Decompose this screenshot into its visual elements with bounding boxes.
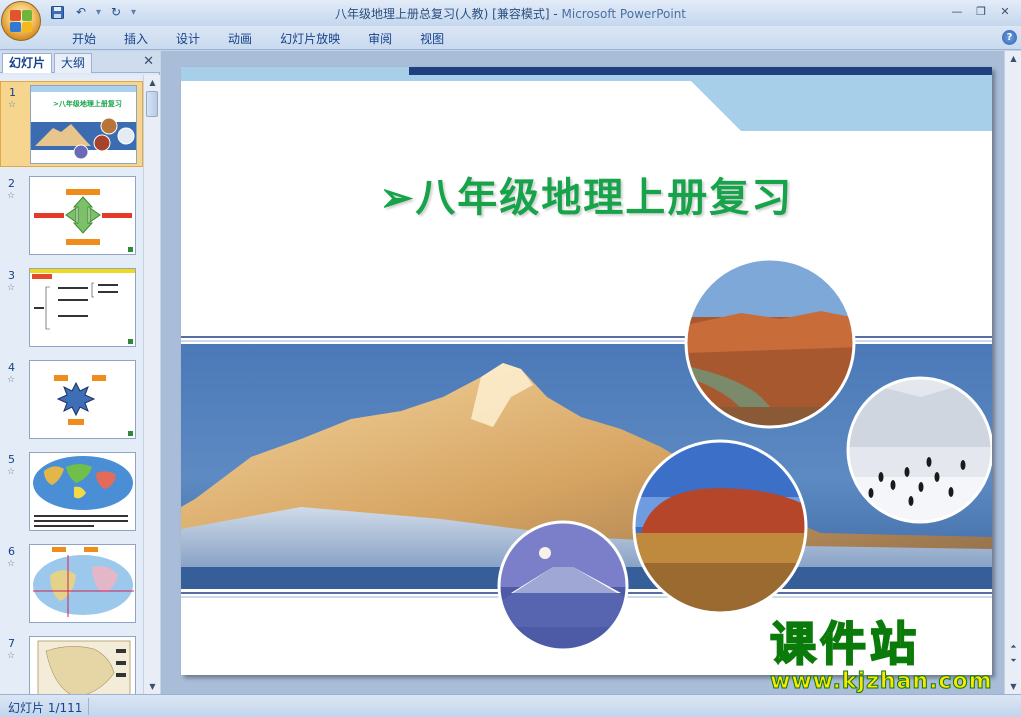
slide-number: 7 [8, 637, 15, 650]
help-icon[interactable]: ? [1002, 30, 1017, 45]
animation-star-icon: ☆ [7, 191, 16, 201]
slide-preview [29, 360, 136, 439]
slide-counter: 幻灯片 1/111 [8, 701, 83, 715]
slide-thumbnail-list: 1 ☆ >八年级地理上册复习 2 ☆ 3 ☆ 4 ☆ 5 ☆ 6 ☆ 7 ☆ [0, 75, 143, 694]
tab-slideshow[interactable]: 幻灯片放映 [266, 30, 354, 48]
tab-design[interactable]: 设计 [162, 30, 214, 48]
thumbnail-scrollbar[interactable]: ▲ ▼ [143, 75, 160, 694]
scroll-thumb[interactable] [146, 91, 158, 117]
slide-number: 1 [9, 86, 16, 99]
animation-star-icon: ☆ [7, 467, 16, 477]
slide-number: 3 [8, 269, 15, 282]
slide-thumbnail-6[interactable]: 6 ☆ [0, 541, 143, 627]
slide-thumbnail-1[interactable]: 1 ☆ >八年级地理上册复习 [0, 81, 143, 167]
app-name: Microsoft PowerPoint [561, 7, 687, 21]
tab-animations[interactable]: 动画 [214, 30, 266, 48]
animation-star-icon: ☆ [7, 651, 16, 661]
slide-scrollbar[interactable]: ▲ ⏶ ⏷ ▼ [1004, 51, 1021, 694]
animation-star-icon: ☆ [7, 559, 16, 569]
slide-thumbnail-5[interactable]: 5 ☆ [0, 449, 143, 535]
pane-tabs: 幻灯片 大纲 ✕ [0, 51, 160, 73]
scroll-up-icon[interactable]: ▲ [147, 77, 158, 88]
site-watermark: 课件站 www.kjzhan.com [769, 616, 1005, 695]
slide-preview [29, 636, 136, 694]
slide-thumbnail-4[interactable]: 4 ☆ [0, 357, 143, 443]
tab-insert[interactable]: 插入 [110, 30, 162, 48]
restore-icon[interactable]: ❐ [969, 2, 993, 20]
slide-editor: ➢八年级地理上册复习 ▲ ⏶ ⏷ ▼ [161, 51, 1021, 694]
watermark-url: www.kjzhan.com [770, 669, 993, 695]
slide-preview [29, 544, 136, 623]
scroll-up-icon[interactable]: ▲ [1008, 53, 1019, 64]
slides-pane: 幻灯片 大纲 ✕ 1 ☆ >八年级地理上册复习 2 ☆ 3 ☆ 4 ☆ 5 ☆ … [0, 51, 160, 694]
minimize-icon[interactable]: — [945, 2, 969, 20]
previous-slide-icon[interactable]: ⏶ [1008, 641, 1019, 652]
animation-star-icon: ☆ [7, 375, 16, 385]
slide-preview: >八年级地理上册复习 [30, 85, 137, 164]
slide-preview [29, 452, 136, 531]
next-slide-icon[interactable]: ⏷ [1008, 655, 1019, 666]
office-logo-icon [10, 10, 32, 32]
tab-slides[interactable]: 幻灯片 [2, 53, 53, 73]
scroll-down-icon[interactable]: ▼ [147, 681, 158, 692]
slide-thumbnail-7[interactable]: 7 ☆ [0, 633, 143, 694]
tab-home[interactable]: 开始 [58, 30, 110, 48]
svg-text:>八年级地理上册复习: >八年级地理上册复习 [53, 99, 122, 108]
slide-preview [29, 176, 136, 255]
current-slide[interactable]: ➢八年级地理上册复习 [181, 67, 992, 675]
slide-title[interactable]: ➢八年级地理上册复习 [181, 165, 992, 223]
slide-background [181, 67, 992, 652]
animation-star-icon: ☆ [7, 283, 16, 293]
close-icon[interactable]: ✕ [993, 2, 1017, 20]
animation-star-icon: ☆ [8, 100, 17, 110]
ribbon-tabs: 开始 插入 设计 动画 幻灯片放映 审阅 视图 [58, 30, 458, 48]
slide-number: 4 [8, 361, 15, 374]
watermark-title: 课件站 [769, 616, 920, 672]
tab-view[interactable]: 视图 [406, 30, 458, 48]
window-controls: — ❐ ✕ [945, 2, 1017, 20]
status-divider [88, 698, 89, 715]
slide-number: 5 [8, 453, 15, 466]
tab-outline[interactable]: 大纲 [54, 53, 93, 73]
slide-thumbnail-2[interactable]: 2 ☆ [0, 173, 143, 259]
document-title: 八年级地理上册总复习(人教) [兼容模式] - [334, 7, 562, 21]
title-bar: ↶ ▾ ↻ ▾ 八年级地理上册总复习(人教) [兼容模式] - Microsof… [0, 0, 1021, 41]
slide-number: 2 [8, 177, 15, 190]
slide-thumbnail-3[interactable]: 3 ☆ [0, 265, 143, 351]
status-bar: 幻灯片 1/111 [0, 694, 1021, 717]
office-button[interactable] [1, 1, 41, 41]
tab-review[interactable]: 审阅 [354, 30, 406, 48]
window-title: 八年级地理上册总复习(人教) [兼容模式] - Microsoft PowerP… [0, 5, 1021, 22]
slide-number: 6 [8, 545, 15, 558]
scroll-down-icon[interactable]: ▼ [1008, 681, 1019, 692]
close-pane-icon[interactable]: ✕ [143, 54, 154, 69]
ribbon-tab-row: 开始 插入 设计 动画 幻灯片放映 审阅 视图 ? [0, 26, 1021, 50]
slide-preview [29, 268, 136, 347]
